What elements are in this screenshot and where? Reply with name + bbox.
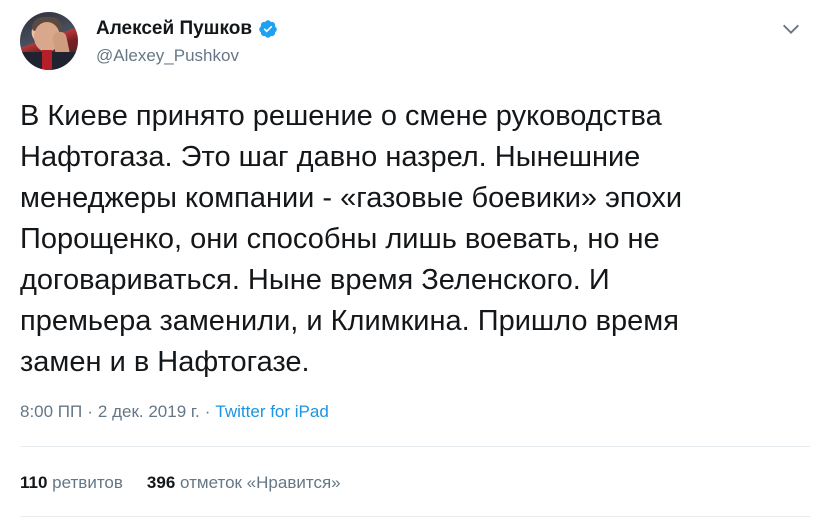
tweet-time[interactable]: 8:00 ПП [20, 402, 82, 422]
avatar-tie [42, 50, 52, 70]
divider [20, 516, 810, 517]
chevron-down-icon[interactable] [780, 18, 802, 40]
tweet-header: Алексей Пушков @Alexey_Pushkov [20, 12, 810, 82]
tweet-meta: 8:00 ПП · 2 дек. 2019 г. · Twitter for i… [20, 402, 329, 422]
author-name-row[interactable]: Алексей Пушков [96, 18, 278, 40]
likes-label: отметок «Нравится» [180, 473, 341, 492]
author-name[interactable]: Алексей Пушков [96, 18, 252, 40]
meta-separator: · [204, 402, 211, 421]
tweet-date[interactable]: 2 дек. 2019 г. [98, 402, 200, 422]
avatar[interactable] [20, 12, 78, 70]
retweets-label: ретвитов [52, 473, 123, 492]
retweets-count: 110 [20, 473, 48, 492]
tweet-text: В Киеве принято решение о смене руководс… [20, 100, 683, 378]
tweet-source-link[interactable]: Twitter for iPad [215, 402, 328, 422]
likes-count: 396 [146, 473, 176, 492]
author-handle[interactable]: @Alexey_Pushkov [96, 46, 239, 66]
meta-separator: · [87, 402, 93, 421]
retweets-stat[interactable]: 110 ретвитов [20, 473, 123, 493]
likes-stat[interactable]: 396 отметок «Нравится» [147, 473, 341, 493]
divider [20, 446, 810, 447]
tweet-stats: 110 ретвитов 396 отметок «Нравится» [20, 473, 341, 493]
verified-badge-icon [259, 20, 277, 38]
